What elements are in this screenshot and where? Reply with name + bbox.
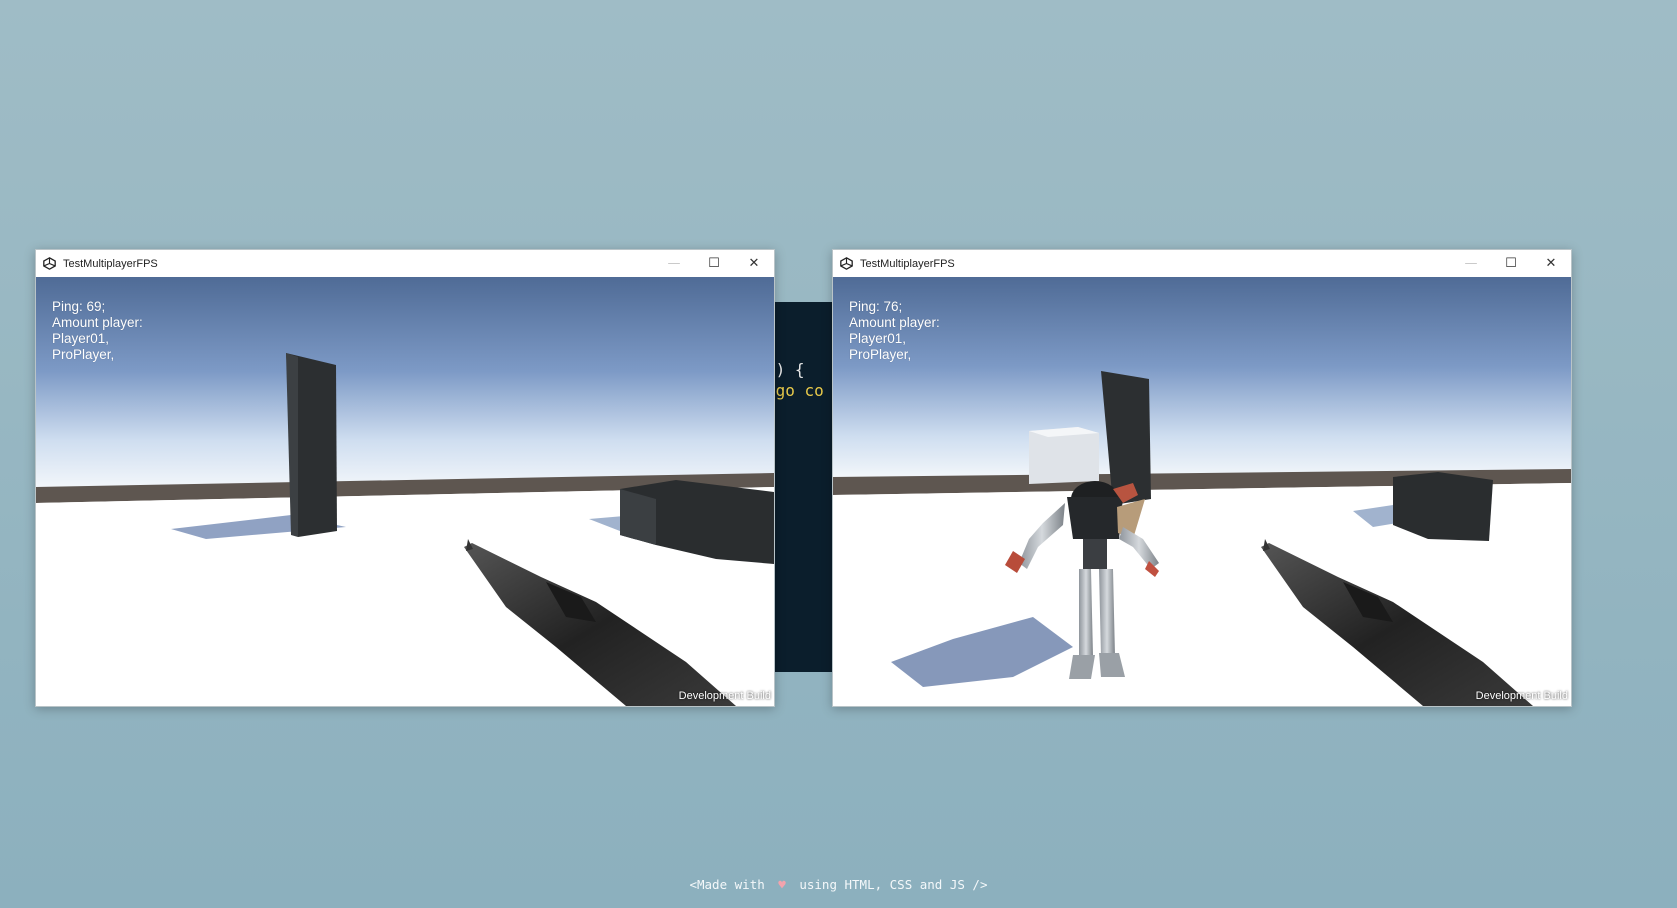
player-name: ProPlayer, (52, 347, 115, 362)
minimize-icon[interactable]: — (654, 250, 694, 277)
maximize-icon[interactable]: ☐ (694, 250, 734, 277)
game-window-1[interactable]: TestMultiplayerFPS — ☐ ✕ Ping: 69; Amoun… (35, 249, 775, 707)
player-name: Player01, (849, 331, 907, 346)
unity-icon (43, 257, 57, 271)
game-viewport[interactable]: Ping: 69; Amount player: Player01, ProPl… (36, 277, 774, 706)
game-viewport[interactable]: Ping: 76; Amount player: Player01, ProPl… (833, 277, 1571, 706)
game-window-2[interactable]: TestMultiplayerFPS — ☐ ✕ Ping: 76; Amoun… (832, 249, 1572, 707)
window-title: TestMultiplayerFPS (63, 257, 158, 270)
heart-icon: ♥ (778, 877, 786, 892)
player-name: Player01, (52, 331, 110, 346)
hud-overlay: Ping: 76; Amount player: Player01, ProPl… (849, 299, 940, 363)
footer-prefix: <Made with (689, 877, 765, 892)
ping-text: Ping: 69; (52, 299, 106, 314)
development-build-watermark: Development Build (678, 690, 771, 702)
amount-player-label: Amount player: (52, 315, 143, 330)
window-title: TestMultiplayerFPS (860, 257, 955, 270)
maximize-icon[interactable]: ☐ (1491, 250, 1531, 277)
amount-player-label: Amount player: (849, 315, 940, 330)
development-build-watermark: Development Build (1475, 690, 1568, 702)
minimize-icon[interactable]: — (1451, 250, 1491, 277)
close-icon[interactable]: ✕ (734, 250, 774, 277)
footer-suffix: using HTML, CSS and JS /> (799, 877, 988, 892)
footer-credit: <Made with ♥ using HTML, CSS and JS /> (0, 877, 1677, 892)
game-scene (833, 277, 1571, 706)
hud-overlay: Ping: 69; Amount player: Player01, ProPl… (52, 299, 143, 363)
game-scene (36, 277, 774, 706)
close-icon[interactable]: ✕ (1531, 250, 1571, 277)
window-titlebar[interactable]: TestMultiplayerFPS — ☐ ✕ (36, 250, 774, 277)
player-name: ProPlayer, (849, 347, 912, 362)
window-titlebar[interactable]: TestMultiplayerFPS — ☐ ✕ (833, 250, 1571, 277)
ping-text: Ping: 76; (849, 299, 903, 314)
unity-icon (840, 257, 854, 271)
